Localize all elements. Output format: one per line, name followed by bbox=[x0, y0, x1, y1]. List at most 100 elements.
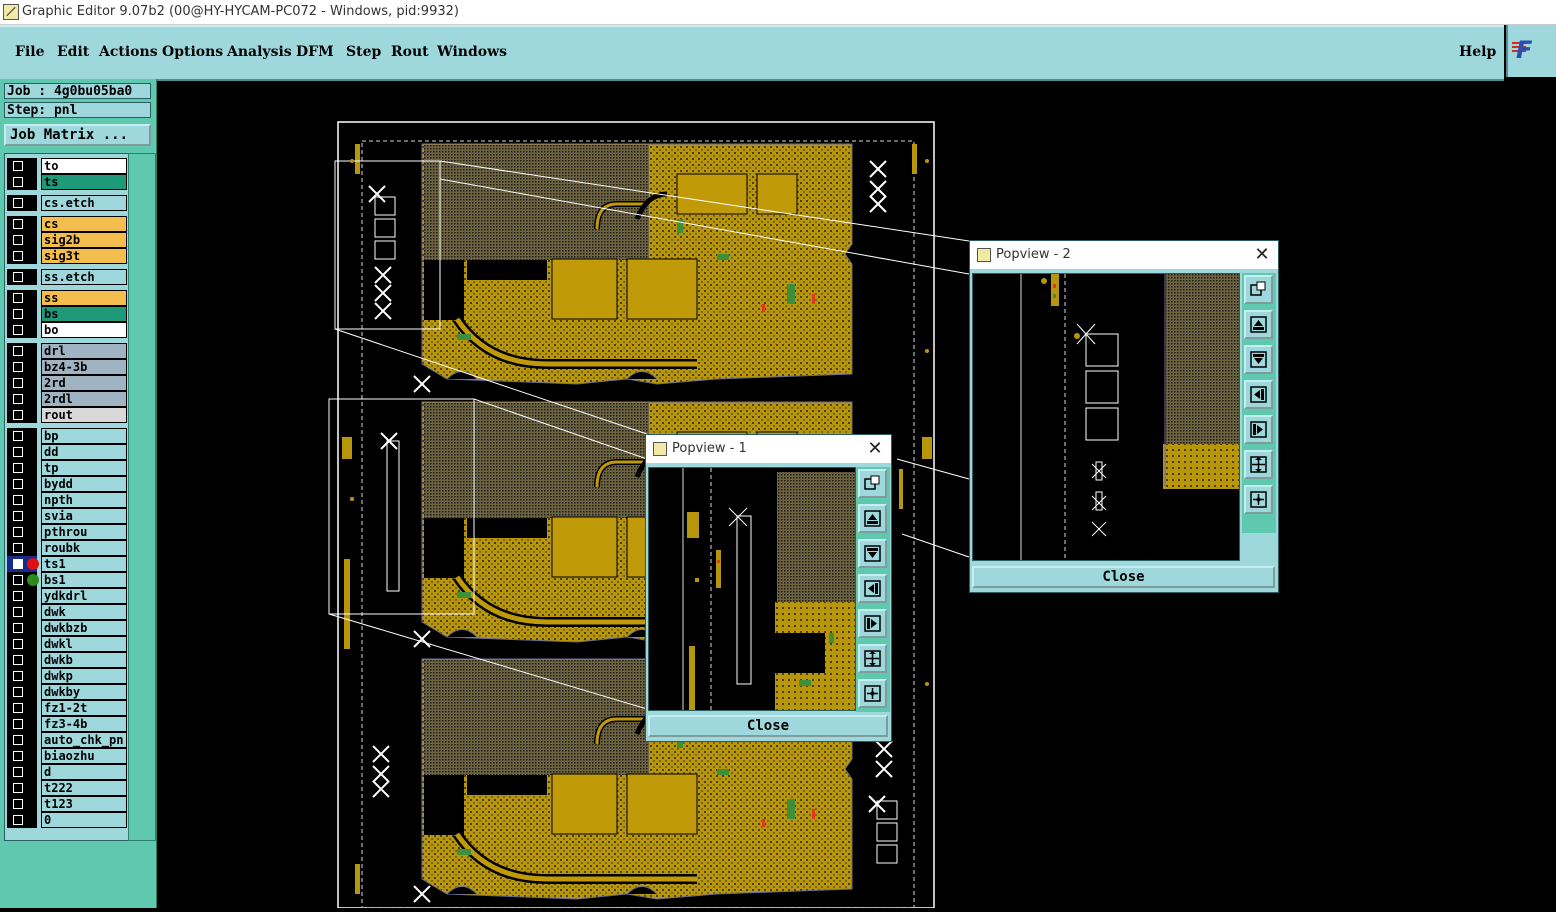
layer-name[interactable]: fz3-4b bbox=[41, 716, 127, 732]
layer-checkbox[interactable] bbox=[7, 195, 37, 211]
menu-step[interactable]: Step bbox=[346, 44, 381, 60]
layer-checkbox[interactable] bbox=[7, 732, 37, 748]
layer-row[interactable]: fz3-4b bbox=[5, 716, 128, 732]
popview-1-zoom-out-button[interactable] bbox=[858, 644, 887, 673]
popview-1-pan-down-button[interactable] bbox=[858, 539, 887, 568]
layer-name[interactable]: tp bbox=[41, 460, 127, 476]
menu-options[interactable]: Options bbox=[162, 44, 223, 60]
layer-row[interactable]: bp bbox=[5, 428, 128, 444]
layer-list-scrollbar[interactable] bbox=[128, 153, 156, 841]
layer-row[interactable]: svia bbox=[5, 508, 128, 524]
layer-checkbox[interactable] bbox=[7, 668, 37, 684]
layer-name[interactable]: bz4-3b bbox=[41, 359, 127, 375]
menu-dfm[interactable]: DFM bbox=[296, 44, 334, 60]
layer-name[interactable]: bo bbox=[41, 322, 127, 338]
layer-name[interactable]: drl bbox=[41, 343, 127, 359]
layer-row[interactable]: dwkp bbox=[5, 668, 128, 684]
layer-checkbox[interactable] bbox=[7, 174, 37, 190]
menu-file[interactable]: File bbox=[15, 44, 44, 60]
popview-1-close-icon[interactable]: ✕ bbox=[865, 435, 885, 463]
layer-name[interactable]: ts1 bbox=[41, 556, 127, 572]
layer-row[interactable]: pthrou bbox=[5, 524, 128, 540]
layer-name[interactable]: cs bbox=[41, 216, 127, 232]
layer-checkbox[interactable] bbox=[7, 700, 37, 716]
layer-row[interactable]: dwkl bbox=[5, 636, 128, 652]
popview-1-close-button[interactable]: Close bbox=[648, 715, 888, 737]
layer-name[interactable]: dd bbox=[41, 444, 127, 460]
layer-name[interactable]: ss bbox=[41, 290, 127, 306]
layer-name[interactable]: dwkl bbox=[41, 636, 127, 652]
layer-name[interactable]: pthrou bbox=[41, 524, 127, 540]
layer-row[interactable]: t123 bbox=[5, 796, 128, 812]
layer-checkbox[interactable] bbox=[7, 343, 37, 359]
popview-2-zoom-in-button[interactable] bbox=[1244, 485, 1273, 514]
layer-checkbox[interactable] bbox=[7, 796, 37, 812]
layer-name[interactable]: bs bbox=[41, 306, 127, 322]
layer-row[interactable]: 0 bbox=[5, 812, 128, 828]
layer-checkbox[interactable] bbox=[7, 428, 37, 444]
layer-name[interactable]: dwkby bbox=[41, 684, 127, 700]
layer-row[interactable]: bydd bbox=[5, 476, 128, 492]
layer-checkbox[interactable] bbox=[7, 375, 37, 391]
layer-row[interactable]: drl bbox=[5, 343, 128, 359]
layer-row[interactable]: npth bbox=[5, 492, 128, 508]
layer-row[interactable]: ydkdrl bbox=[5, 588, 128, 604]
layer-checkbox[interactable] bbox=[7, 248, 37, 264]
layer-name[interactable]: t123 bbox=[41, 796, 127, 812]
layer-name[interactable]: sig3t bbox=[41, 248, 127, 264]
layer-checkbox[interactable] bbox=[7, 158, 37, 174]
layer-row[interactable]: dwkby bbox=[5, 684, 128, 700]
layer-checkbox[interactable] bbox=[7, 812, 37, 828]
layer-row[interactable]: bz4-3b bbox=[5, 359, 128, 375]
layer-name[interactable]: t222 bbox=[41, 780, 127, 796]
layer-checkbox[interactable] bbox=[7, 540, 37, 556]
layer-checkbox[interactable] bbox=[7, 716, 37, 732]
layer-row[interactable]: d bbox=[5, 764, 128, 780]
layer-name[interactable]: 2rdl bbox=[41, 391, 127, 407]
popview-2-pan-down-button[interactable] bbox=[1244, 345, 1273, 374]
layer-checkbox[interactable] bbox=[7, 269, 37, 285]
popview-2-zoom-out-button[interactable] bbox=[1244, 450, 1273, 479]
layer-name[interactable]: auto_chk_pn bbox=[41, 732, 127, 748]
popview-1-pan-left-button[interactable] bbox=[858, 574, 887, 603]
layer-name[interactable]: dwkbzb bbox=[41, 620, 127, 636]
layer-name[interactable]: ydkdrl bbox=[41, 588, 127, 604]
layer-row[interactable]: 2rdl bbox=[5, 391, 128, 407]
layer-row[interactable]: dwkb bbox=[5, 652, 128, 668]
layer-checkbox[interactable] bbox=[7, 508, 37, 524]
popview-1-pan-right-button[interactable] bbox=[858, 609, 887, 638]
layer-checkbox[interactable] bbox=[7, 636, 37, 652]
layer-row[interactable]: 2rd bbox=[5, 375, 128, 391]
layer-checkbox[interactable] bbox=[7, 780, 37, 796]
popview-2-pan-up-button[interactable] bbox=[1244, 310, 1273, 339]
layer-name[interactable]: roubk bbox=[41, 540, 127, 556]
layer-row[interactable]: dd bbox=[5, 444, 128, 460]
layer-row[interactable]: tp bbox=[5, 460, 128, 476]
layer-checkbox[interactable] bbox=[7, 604, 37, 620]
layer-name[interactable]: svia bbox=[41, 508, 127, 524]
layer-row[interactable]: rout bbox=[5, 407, 128, 423]
layer-checkbox[interactable] bbox=[7, 232, 37, 248]
layer-row[interactable]: ss.etch bbox=[5, 269, 128, 285]
layer-row[interactable]: cs bbox=[5, 216, 128, 232]
menu-analysis[interactable]: Analysis bbox=[227, 44, 292, 60]
layer-row[interactable]: ts1 bbox=[5, 556, 128, 572]
layer-checkbox[interactable] bbox=[7, 588, 37, 604]
popview-2-pan-left-button[interactable] bbox=[1244, 380, 1273, 409]
layer-name[interactable]: d bbox=[41, 764, 127, 780]
layer-checkbox[interactable] bbox=[7, 444, 37, 460]
layer-name[interactable]: dwkb bbox=[41, 652, 127, 668]
popview-1-view[interactable] bbox=[648, 467, 856, 711]
layer-row[interactable]: sig3t bbox=[5, 248, 128, 264]
layer-checkbox[interactable] bbox=[7, 476, 37, 492]
menu-rout[interactable]: Rout bbox=[391, 44, 429, 60]
layer-name[interactable]: dwk bbox=[41, 604, 127, 620]
layer-name[interactable]: ss.etch bbox=[41, 269, 127, 285]
layer-row[interactable]: ts bbox=[5, 174, 128, 190]
layer-name[interactable]: 2rd bbox=[41, 375, 127, 391]
popview-1-pan-up-button[interactable] bbox=[858, 504, 887, 533]
popview-1-zoom-window-button[interactable] bbox=[858, 469, 887, 498]
layer-row[interactable]: bs bbox=[5, 306, 128, 322]
layer-row[interactable]: to bbox=[5, 158, 128, 174]
layer-row[interactable]: cs.etch bbox=[5, 195, 128, 211]
